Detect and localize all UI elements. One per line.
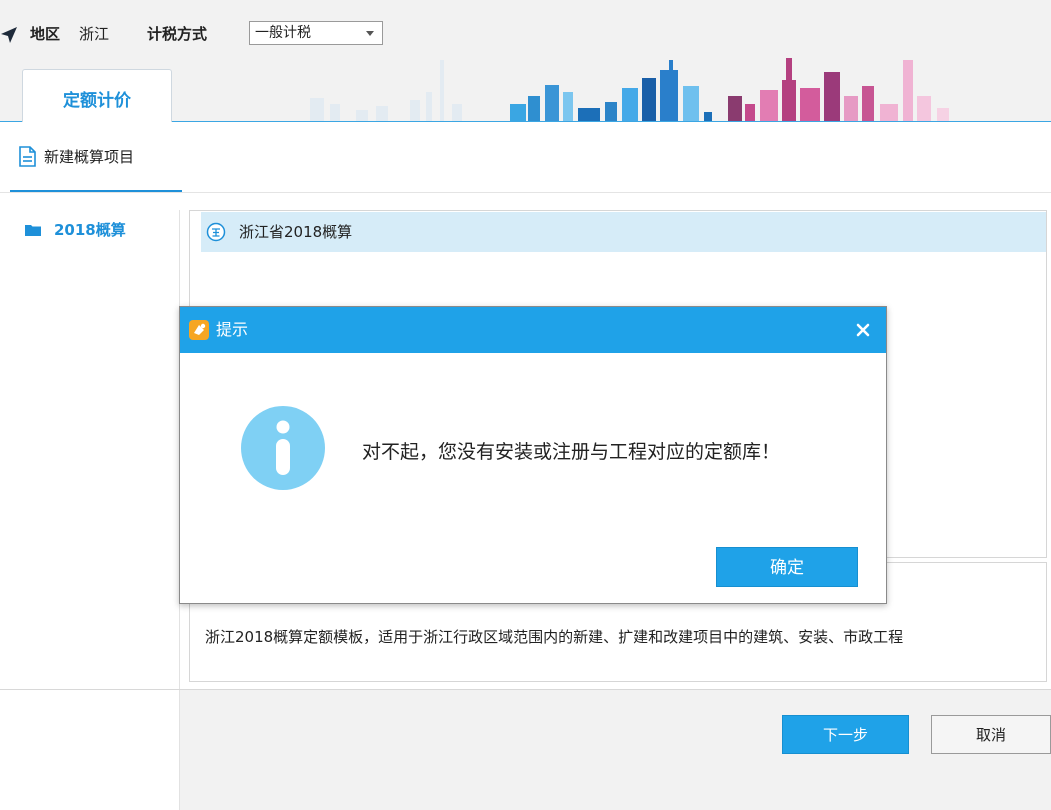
dialog-message: 对不起，您没有安装或注册与工程对应的定额库！	[362, 441, 781, 463]
document-icon	[19, 146, 36, 167]
list-item-label: 浙江省2018概算	[239, 223, 353, 241]
list-item[interactable]: 浙江省2018概算	[201, 212, 1046, 252]
region-value: 浙江	[79, 25, 110, 43]
new-project-label: 新建概算项目	[44, 148, 135, 166]
app-logo-icon	[189, 320, 209, 340]
info-icon	[241, 406, 325, 490]
description-text: 浙江2018概算定额模板，适用于浙江行政区域范围内的新建、扩建和改建项目中的建筑…	[205, 628, 904, 646]
tab-label: 定额计价	[63, 91, 131, 111]
footer-divider	[0, 689, 1051, 690]
alert-dialog: 提示 对不起，您没有安装或注册与工程对应的定额库！ 确定	[179, 306, 887, 604]
ding-badge-icon	[206, 222, 226, 242]
ok-button[interactable]: 确定	[716, 547, 858, 587]
chevron-down-icon	[366, 31, 374, 36]
dialog-title: 提示	[216, 320, 249, 339]
tree-item-label: 2018概算	[54, 221, 126, 239]
next-button[interactable]: 下一步	[782, 715, 909, 754]
cancel-button[interactable]: 取消	[931, 715, 1051, 754]
toolbar-divider	[0, 192, 1051, 193]
region-label: 地区	[30, 25, 61, 43]
top-bar: 地区 浙江 计税方式 一般计税 定额计价	[0, 0, 1051, 122]
tax-method-select[interactable]: 一般计税	[249, 21, 383, 45]
dialog-titlebar[interactable]: 提示	[180, 307, 886, 353]
close-icon[interactable]	[852, 319, 874, 341]
category-tree: 2018概算	[0, 210, 180, 810]
tax-method-label: 计税方式	[147, 25, 208, 43]
new-project-button[interactable]: 新建概算项目	[10, 122, 182, 192]
tax-method-select-value: 一般计税	[255, 25, 311, 41]
tab-quota-pricing[interactable]: 定额计价	[22, 69, 172, 122]
navigation-arrow-icon	[1, 27, 17, 43]
folder-icon	[25, 225, 41, 236]
